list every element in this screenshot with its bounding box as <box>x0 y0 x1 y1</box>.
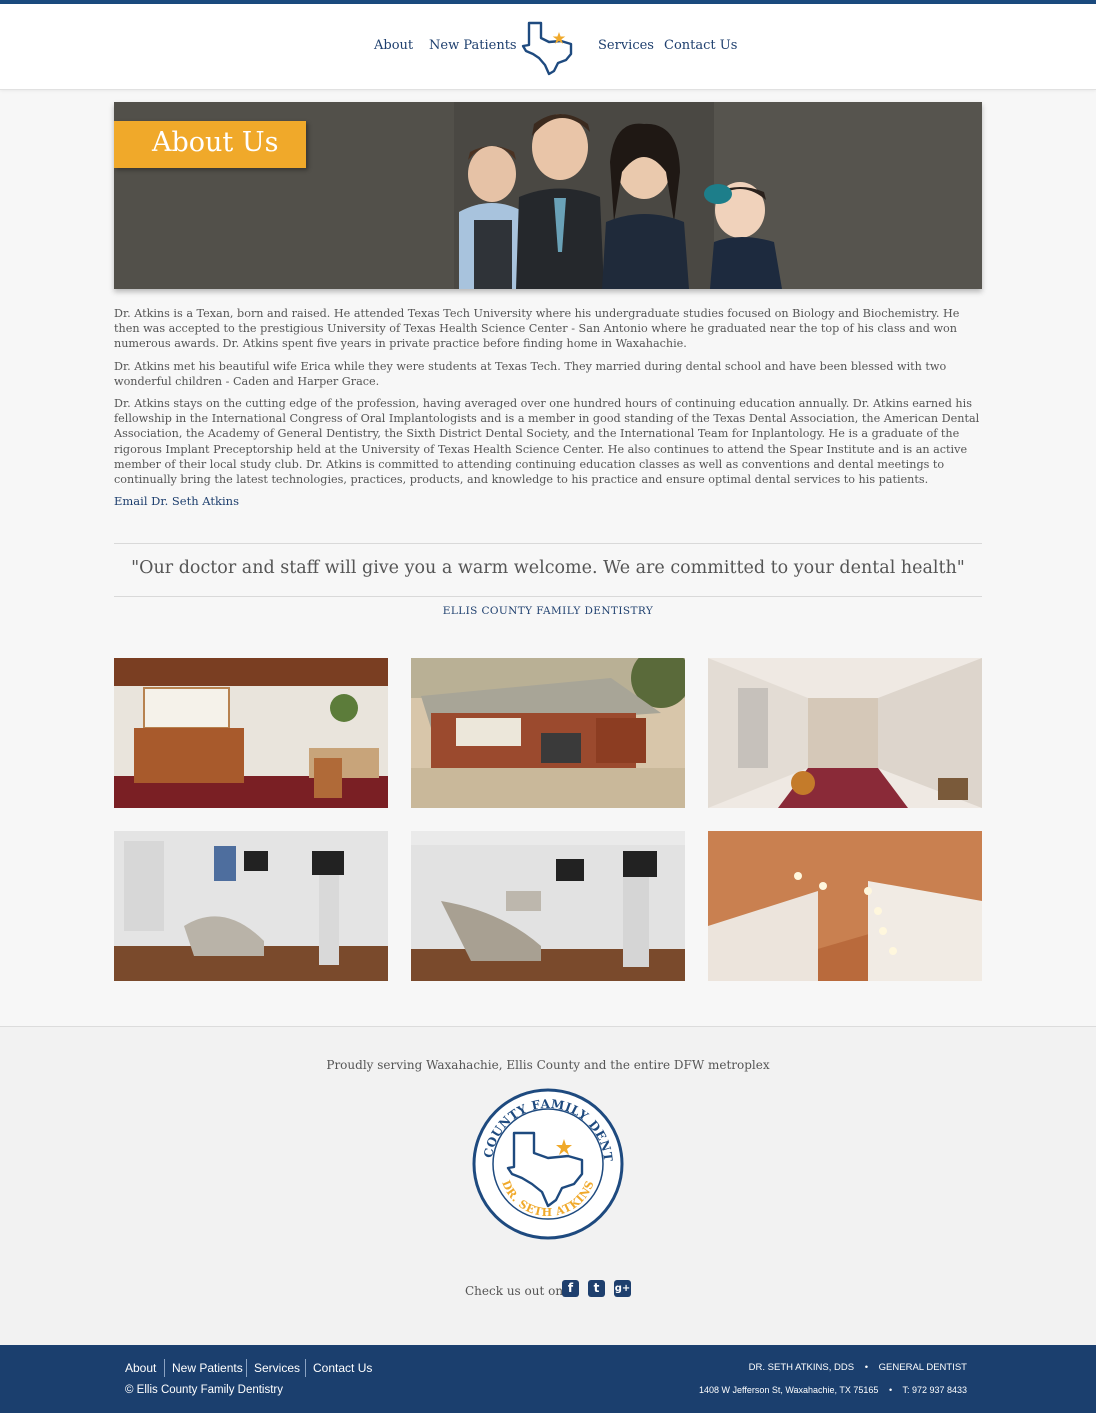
facebook-icon[interactable]: f <box>562 1280 579 1297</box>
nav-services[interactable]: Services <box>598 38 654 53</box>
footer-nav-contact-us[interactable]: Contact Us <box>313 1361 372 1375</box>
texas-star-icon[interactable] <box>521 18 579 76</box>
doctor-role: GENERAL DENTIST <box>878 1362 967 1373</box>
gallery-operatory-photo-2[interactable] <box>411 831 685 981</box>
gallery-hallway-photo[interactable] <box>708 658 982 808</box>
footer-nav-new-patients[interactable]: New Patients <box>172 1361 243 1375</box>
divider <box>114 596 982 597</box>
footer-nav-about[interactable]: About <box>125 1361 156 1375</box>
doctor-info: DR. SETH ATKINS, DDS • GENERAL DENTIST <box>749 1362 967 1373</box>
bullet-separator: • <box>864 1362 869 1373</box>
footer-upper: Proudly serving Waxahachie, Ellis County… <box>0 1026 1096 1346</box>
about-us-banner: About Us <box>114 121 306 168</box>
hero-banner: About Us <box>114 102 982 289</box>
footer-nav-services[interactable]: Services <box>254 1361 300 1375</box>
contact-info: 1408 W Jefferson St, Waxahachie, TX 7516… <box>699 1385 967 1395</box>
serving-area-text: Proudly serving Waxahachie, Ellis County… <box>326 1058 770 1072</box>
page-title: About Us <box>152 127 279 158</box>
practice-seal-logo: ELLIS COUNTY FAMILY DENTISTRY DR. SETH A… <box>472 1088 624 1240</box>
gallery-building-photo[interactable] <box>411 658 685 808</box>
footer-bottom: About New Patients Services Contact Us ©… <box>0 1345 1096 1413</box>
copyright-text: © Ellis County Family Dentistry <box>125 1384 284 1396</box>
footer-nav-separator <box>164 1359 165 1377</box>
check-us-label: Check us out on: <box>465 1284 568 1298</box>
gallery-operatory-photo[interactable] <box>114 831 388 981</box>
email-doctor-link[interactable]: Email Dr. Seth Atkins <box>114 494 982 508</box>
bio-paragraph: Dr. Atkins stays on the cutting edge of … <box>114 397 980 487</box>
phone-text[interactable]: T: 972 937 8433 <box>902 1385 967 1395</box>
bio-paragraph: Dr. Atkins met his beautiful wife Erica … <box>114 359 947 388</box>
testimonial-quote: "Our doctor and staff will give you a wa… <box>131 558 965 578</box>
nav-about[interactable]: About <box>374 38 413 53</box>
site-header: About New Patients Services Contact Us <box>0 4 1096 90</box>
bullet-separator: • <box>888 1385 893 1395</box>
nav-new-patients[interactable]: New Patients <box>429 38 517 53</box>
footer-nav-separator <box>305 1359 306 1377</box>
footer-nav-separator <box>246 1359 247 1377</box>
gallery-ceiling-photo[interactable] <box>708 831 982 981</box>
doctor-name: DR. SETH ATKINS, DDS <box>748 1362 855 1373</box>
twitter-icon[interactable]: t <box>588 1280 605 1297</box>
address-text: 1408 W Jefferson St, Waxahachie, TX 7516… <box>698 1385 879 1395</box>
divider <box>114 543 982 544</box>
bio-paragraph: Dr. Atkins is a Texan, born and raised. … <box>114 307 960 351</box>
google-plus-icon[interactable]: g+ <box>614 1280 631 1297</box>
bio-section: Dr. Atkins is a Texan, born and raised. … <box>114 306 982 508</box>
quote-source: ELLIS COUNTY FAMILY DENTISTRY <box>442 605 654 617</box>
gallery-reception-photo[interactable] <box>114 658 388 808</box>
nav-contact-us[interactable]: Contact Us <box>664 38 737 53</box>
